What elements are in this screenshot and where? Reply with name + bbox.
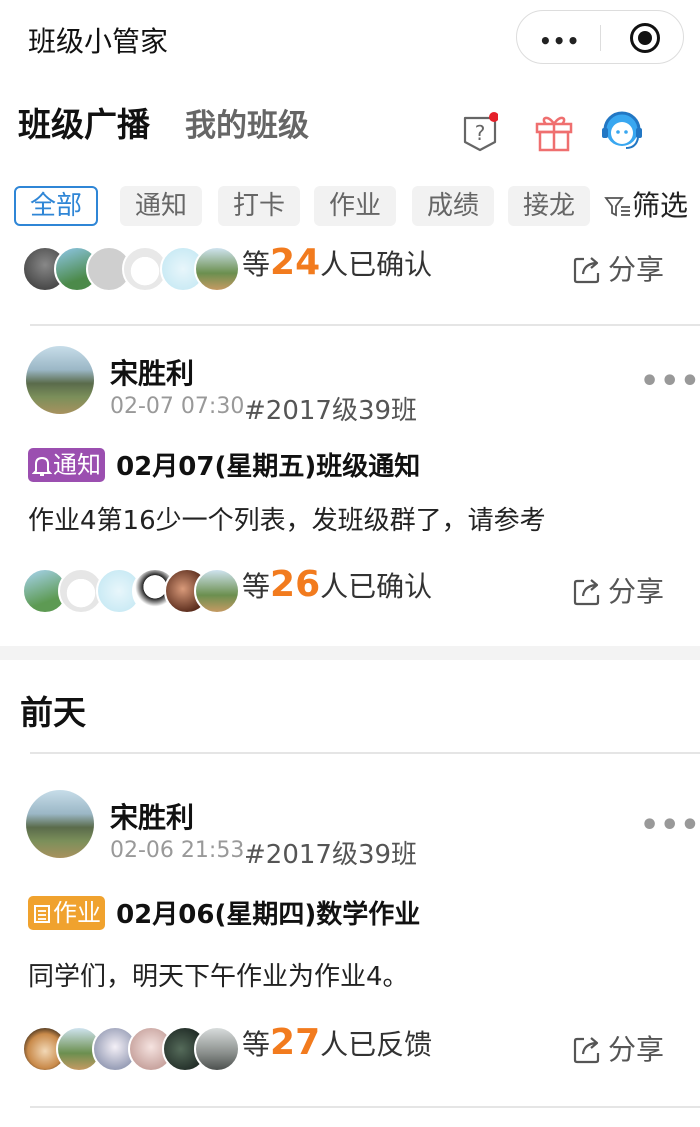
post-title: 02月07(星期五)班级通知 [116, 452, 421, 482]
confirm-count: 等26人已确认 [242, 564, 433, 605]
homework-tag: 作业 [28, 895, 105, 930]
share-button[interactable]: 分享 [572, 570, 664, 610]
post-body: 同学们，明天下午作业为作业4。 [28, 962, 409, 992]
divider [30, 1106, 700, 1108]
feedback-avatars[interactable] [22, 1026, 240, 1072]
post-body: 作业4第16少一个列表，发班级群了，请参考 [28, 506, 546, 536]
notification-dot-icon [489, 112, 498, 122]
avatar [194, 568, 240, 614]
customer-service-icon[interactable] [600, 108, 644, 154]
confirmed-avatars[interactable] [22, 568, 240, 614]
bell-icon [31, 456, 53, 476]
filter-chip-checkin[interactable]: 打卡 [218, 186, 300, 226]
class-tag[interactable]: #2017级39班 [244, 834, 417, 871]
share-icon [573, 1037, 600, 1064]
confirmed-avatars[interactable] [22, 246, 240, 292]
filter-label: 筛选 [632, 189, 689, 222]
section-gap [0, 646, 700, 660]
author-avatar[interactable] [26, 790, 94, 858]
more-options-icon[interactable]: ••• [640, 808, 700, 843]
author-name[interactable]: 宋胜利 [110, 796, 194, 836]
post-title-row[interactable]: 作业 02月06(星期四)数学作业 [28, 894, 420, 931]
divider [30, 752, 700, 754]
filter-chip-grades[interactable]: 成绩 [412, 186, 494, 226]
post-time: 02-06 21:53 [110, 838, 245, 863]
share-button[interactable]: 分享 [572, 1028, 664, 1068]
tab-class-broadcast[interactable]: 班级广播 [18, 98, 150, 146]
post-title: 02月06(星期四)数学作业 [116, 900, 421, 930]
gift-icon[interactable] [534, 110, 574, 152]
list-icon [34, 904, 50, 923]
app-title: 班级小管家 [28, 25, 169, 58]
filter-chip-all[interactable]: 全部 [14, 186, 98, 226]
avatar [194, 246, 240, 292]
post-title-row[interactable]: 通知 02月07(星期五)班级通知 [28, 446, 420, 483]
author-avatar[interactable] [26, 346, 94, 414]
class-tag[interactable]: #2017级39班 [244, 390, 417, 427]
day-section-label: 前天 [20, 693, 86, 732]
avatar [194, 1026, 240, 1072]
divider [30, 324, 700, 326]
more-menu-icon[interactable]: ••• [539, 29, 580, 53]
notice-tag: 通知 [28, 447, 105, 482]
more-options-icon[interactable]: ••• [640, 364, 700, 399]
tab-my-class[interactable]: 我的班级 [185, 100, 309, 145]
filter-chip-notice[interactable]: 通知 [120, 186, 202, 226]
share-button[interactable]: 分享 [572, 248, 664, 288]
filter-chip-relay[interactable]: 接龙 [508, 186, 590, 226]
close-mini-program-icon[interactable] [630, 23, 660, 53]
post-time: 02-07 07:30 [110, 394, 245, 419]
filter-button[interactable]: 筛选 [604, 186, 688, 226]
feedback-count: 等27人已反馈 [242, 1022, 433, 1063]
share-icon [573, 579, 600, 606]
capsule-divider [600, 25, 601, 51]
share-icon [573, 257, 600, 284]
svg-text:?: ? [475, 121, 486, 145]
filter-chip-homework[interactable]: 作业 [314, 186, 396, 226]
help-shield-icon[interactable]: ? [462, 112, 498, 152]
filter-icon [604, 197, 630, 217]
author-name[interactable]: 宋胜利 [110, 352, 194, 392]
mini-program-capsule: ••• [516, 10, 684, 64]
confirm-count: 等24人已确认 [242, 242, 433, 283]
